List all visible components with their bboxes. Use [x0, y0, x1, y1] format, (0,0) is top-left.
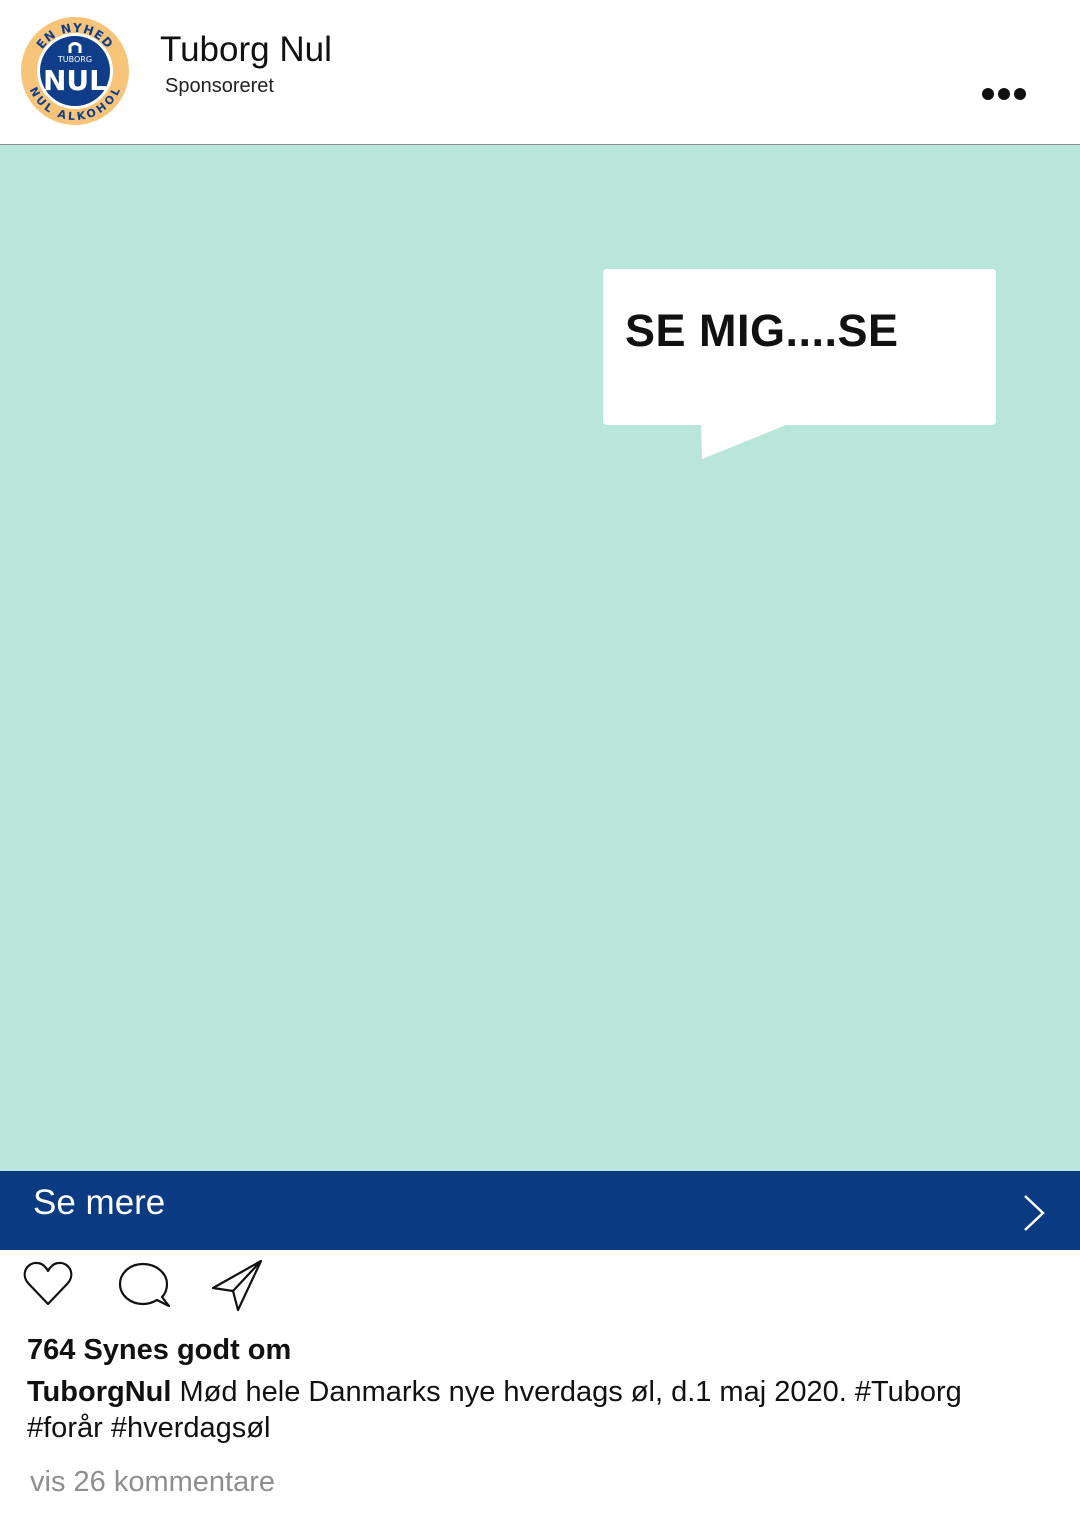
logo-brand-text: TUBORG: [57, 55, 92, 64]
logo-word-text: NUL: [43, 64, 107, 97]
comment-bubble-icon[interactable]: [117, 1258, 173, 1310]
caption-username[interactable]: TuborgNul: [27, 1376, 171, 1408]
se-mere-button[interactable]: Se mere: [0, 1171, 1080, 1250]
account-name[interactable]: Tuborg Nul: [160, 30, 332, 70]
post-actions-bar: [0, 1258, 1080, 1328]
post-caption: TuborgNul Mød hele Danmarks nye hverdags…: [27, 1374, 1037, 1446]
post-header: EN NYHED NUL ALKOHOL TUBORG NUL Tuborg N…: [0, 0, 1080, 145]
sponsored-label: Sponsoreret: [165, 75, 274, 97]
more-horizontal-icon[interactable]: [975, 82, 1031, 106]
post-media[interactable]: SE MIG....SE: [0, 145, 1080, 1171]
speech-bubble-text: SE MIG....SE: [625, 305, 899, 356]
paper-plane-icon[interactable]: [210, 1258, 264, 1312]
heart-icon[interactable]: [22, 1258, 74, 1310]
speech-bubble-tail: [701, 423, 791, 459]
speech-bubble: SE MIG....SE: [603, 269, 996, 425]
chevron-right-icon: [1024, 1195, 1045, 1231]
likes-count[interactable]: 764 Synes godt om: [27, 1334, 291, 1367]
cta-label: Se mere: [33, 1183, 166, 1222]
view-comments-link[interactable]: vis 26 kommentare: [30, 1466, 275, 1499]
tuborg-nul-logo-avatar[interactable]: EN NYHED NUL ALKOHOL TUBORG NUL: [20, 16, 130, 126]
